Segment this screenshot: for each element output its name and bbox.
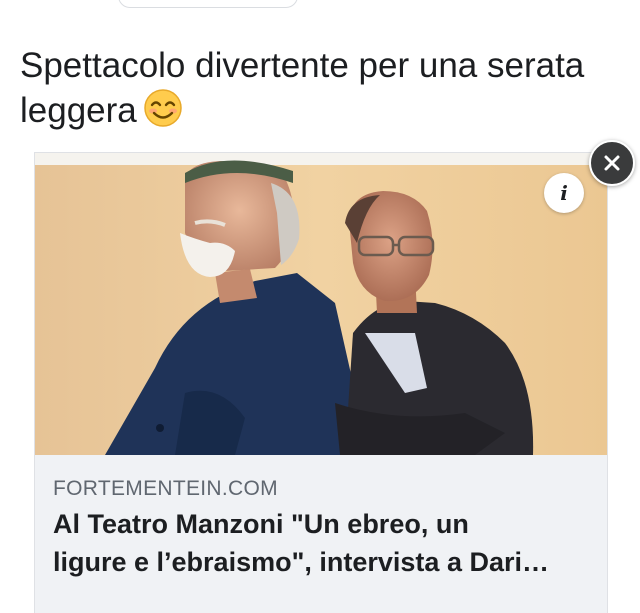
close-icon: [604, 155, 620, 171]
info-icon: i: [560, 181, 568, 205]
link-title[interactable]: Al Teatro Manzoni "Un ebreo, un ligure e…: [53, 505, 593, 581]
photo-two-men-back-to-back: [35, 153, 607, 455]
post-text-content: Spettacolo divertente per una serata leg…: [20, 46, 585, 130]
post-text: Spettacolo divertente per una serata leg…: [20, 44, 620, 133]
info-button[interactable]: i: [544, 173, 584, 213]
close-preview-button[interactable]: [589, 140, 635, 186]
link-preview-card[interactable]: i FORTEMENTEIN.COM Al Teatro Manzoni "Un…: [34, 152, 608, 613]
top-pill-element[interactable]: [118, 0, 298, 8]
link-domain: FORTEMENTEIN.COM: [53, 477, 278, 500]
link-preview-meta[interactable]: FORTEMENTEIN.COM Al Teatro Manzoni "Un e…: [35, 455, 607, 613]
link-preview-image[interactable]: i: [35, 153, 607, 455]
smiling-face-icon: [143, 88, 183, 128]
